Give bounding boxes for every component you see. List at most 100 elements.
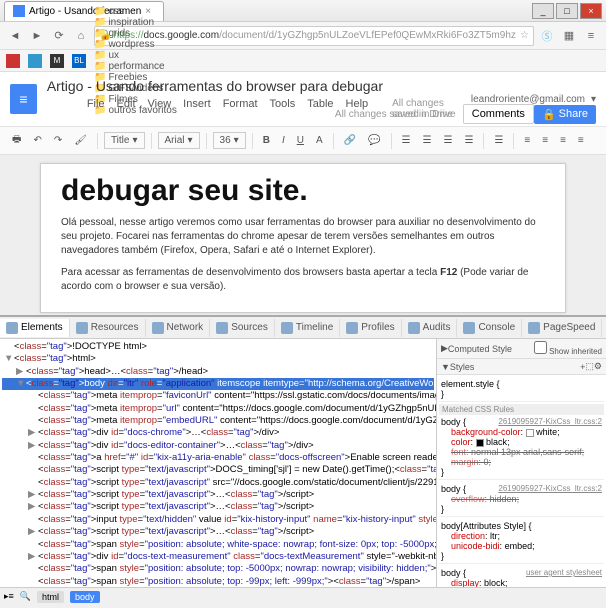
forward-icon[interactable]: ► [28,27,46,45]
tree-node[interactable]: ▼<class="tag">html> [2,353,434,365]
crumb-item[interactable]: html [37,591,64,603]
tree-node[interactable]: ▶<class="tag">div id="docs-chrome">…<cla… [2,427,434,439]
page-paragraph[interactable]: Olá pessoal, nesse artigo veremos como u… [61,216,545,258]
bookmark-folder[interactable]: 📁 css [94,6,177,17]
menu-item[interactable]: Insert [183,98,211,120]
computed-accordion[interactable]: ▶ Computed Style Show inherited [437,339,606,359]
style-rule[interactable]: user agent stylesheetbody {display: bloc… [439,566,604,587]
color-button[interactable]: A [312,133,327,148]
devtools-tab-resources[interactable]: Resources [70,319,146,337]
menu-item[interactable]: File [87,98,105,120]
style-rule[interactable]: 2619095927-KixCss_ltr.css:2body {backgro… [439,415,604,480]
indent-inc-icon[interactable]: ≡ [574,133,588,148]
undo-icon[interactable]: ↶ [29,133,45,148]
bold-button[interactable]: B [259,133,274,148]
tree-node[interactable]: <class="tag">meta itemprop="faviconUrl" … [2,390,434,402]
devtools-tab-console[interactable]: Console [457,319,522,337]
print-icon[interactable]: 🖶 [8,130,25,151]
tree-node[interactable]: <class="tag">!DOCTYPE html> [2,341,434,353]
star-icon[interactable]: ☆ [520,30,529,41]
styles-accordion[interactable]: ▼ Styles+ ⬚ ⚙ [437,359,606,375]
align-left-icon[interactable]: ☰ [398,133,415,148]
devtools-tab-audits[interactable]: Audits [402,319,458,337]
style-select[interactable]: Title▾ [104,132,145,149]
home-icon[interactable]: ⌂ [72,27,90,45]
menu-item[interactable]: Format [223,98,258,120]
align-justify-icon[interactable]: ☰ [460,133,477,148]
font-select[interactable]: Arial▾ [158,132,200,149]
style-rule[interactable]: element.style {} [439,377,604,402]
tree-node[interactable]: ▶<class="tag">script type="text/javascri… [2,489,434,501]
bookmark-folder[interactable]: 📁 wordpress [94,39,177,50]
css-source-link[interactable]: 2619095927-KixCss_ltr.css:2 [498,417,602,426]
menu-item[interactable]: Edit [117,98,136,120]
style-rule[interactable]: 2619095927-KixCss_ltr.css:2body {overflo… [439,482,604,517]
css-source-link[interactable]: user agent stylesheet [526,568,602,577]
tree-node[interactable]: <class="tag">span style="position: absol… [2,539,434,551]
user-email[interactable]: leandroriente@gmail.com [471,94,585,105]
menu-item[interactable]: Table [307,98,333,120]
devtools-close-icon[interactable]: ⊗ [602,322,606,333]
toggle-state-icon[interactable]: ⬚ [585,361,594,372]
comments-button[interactable]: Comments [463,104,534,124]
redo-icon[interactable]: ↷ [50,133,66,148]
crumb-item[interactable]: body [70,591,100,603]
tree-node[interactable]: ▼<class="tag">body dir="ltr" role="appli… [2,378,434,390]
link-icon[interactable]: 🔗 [340,133,360,148]
show-inherited-checkbox[interactable] [534,341,547,354]
page-paragraph[interactable]: Para acessar as ferramentas de desenvolv… [61,266,545,294]
comment-icon[interactable]: 💬 [364,133,384,148]
tree-node[interactable]: <class="tag">a href="#" id="kix-a11y-ari… [2,452,434,464]
tree-node[interactable]: ▶<class="tag">script type="text/javascri… [2,526,434,538]
ext-icon[interactable]: ▦ [560,27,578,45]
docs-logo-icon[interactable]: ≡ [10,84,37,114]
tree-node[interactable]: <class="tag">input type="text/hidden" va… [2,514,434,526]
reload-icon[interactable]: ⟳ [50,27,68,45]
devtools-tab-sources[interactable]: Sources [210,319,275,337]
bm-icon[interactable] [6,54,20,68]
devtools-tab-elements[interactable]: Elements [0,319,70,337]
tree-node[interactable]: ▶<class="tag">div id="docs-editor-contai… [2,440,434,452]
document-title[interactable]: Artigo - Usando ferramentas do browser p… [47,78,461,94]
bookmark-folder[interactable]: 📁 inspiration [94,17,177,28]
search-icon[interactable]: 🔍 [20,591,31,602]
tree-node[interactable]: <class="tag">span style="position: absol… [2,563,434,575]
skype-icon[interactable]: Ⓢ [538,27,556,45]
elements-tree[interactable]: <class="tag">!DOCTYPE html>▼<class="tag"… [0,339,436,587]
list-bullet-icon[interactable]: ≡ [538,133,552,148]
tree-node[interactable]: <class="tag">script type="text/javascrip… [2,464,434,476]
back-icon[interactable]: ◄ [6,27,24,45]
bookmark-folder[interactable]: 📁 ux [94,50,177,61]
menu-icon[interactable]: ≡ [582,27,600,45]
italic-button[interactable]: I [278,133,289,148]
bookmark-folder[interactable]: 📁 performance [94,61,177,72]
list-num-icon[interactable]: ≡ [520,133,534,148]
bm-icon[interactable]: BL [72,54,86,68]
devtools-tab-pagespeed[interactable]: PageSpeed [522,319,602,337]
devtools-tab-network[interactable]: Network [146,319,211,337]
underline-button[interactable]: U [293,133,308,148]
devtools-tab-profiles[interactable]: Profiles [340,319,401,337]
tree-node[interactable]: ▶<class="tag">script type="text/javascri… [2,501,434,513]
minimize-button[interactable]: _ [532,3,554,19]
devtools-tab-timeline[interactable]: Timeline [275,319,340,337]
bm-icon[interactable]: M [50,54,64,68]
tree-node[interactable]: <class="tag">meta itemprop="url" content… [2,403,434,415]
menu-item[interactable]: View [148,98,172,120]
tree-node[interactable]: ▶<class="tag">head>…<class="tag">/head> [2,366,434,378]
console-icon[interactable]: ▸≡ [4,591,14,602]
align-center-icon[interactable]: ☰ [419,133,436,148]
tree-node[interactable]: ▶<class="tag">div id="docs-text-measurem… [2,551,434,563]
tree-node[interactable]: <class="tag">script type="text/javascrip… [2,477,434,489]
style-rule[interactable]: body[Attributes Style] {direction: ltr;u… [439,519,604,564]
share-button[interactable]: 🔒Share [534,105,596,124]
close-icon[interactable]: × [145,6,155,16]
menu-item[interactable]: Tools [270,98,296,120]
gear-icon[interactable]: ⚙ [594,361,602,372]
size-select[interactable]: 36▾ [213,132,246,149]
close-button[interactable]: × [580,3,602,19]
align-right-icon[interactable]: ☰ [439,133,456,148]
bookmark-folder[interactable]: 📁 grids [94,28,177,39]
paint-icon[interactable]: 🖌 [70,133,91,148]
css-source-link[interactable]: 2619095927-KixCss_ltr.css:2 [498,484,602,493]
